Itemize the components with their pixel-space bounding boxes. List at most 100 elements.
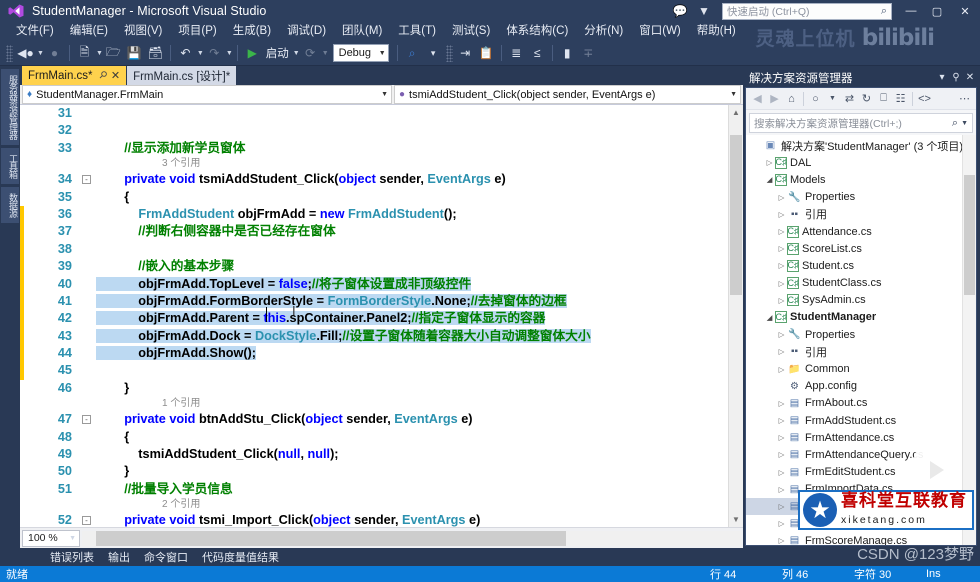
chevron-right-icon[interactable]: ▷: [776, 193, 787, 202]
solution-tree-item[interactable]: ◢ C♯ Models: [746, 171, 976, 188]
outlining-margin[interactable]: - - -: [78, 105, 96, 527]
solution-tree-item[interactable]: ▷ ▤ FrmAbout.cs: [746, 395, 976, 412]
chevron-right-icon[interactable]: ▷: [776, 261, 787, 270]
code-line[interactable]: }: [96, 380, 743, 397]
chevron-down-icon[interactable]: ◢: [764, 313, 775, 322]
chevron-right-icon[interactable]: ▷: [776, 536, 787, 545]
menu-item-8[interactable]: 测试(S): [444, 22, 498, 41]
chevron-down-icon[interactable]: ◢: [764, 175, 775, 184]
codelens-reference-count[interactable]: 2 个引用: [96, 498, 743, 512]
code-line[interactable]: //显示添加新学员窗体: [96, 140, 743, 157]
chevron-right-icon[interactable]: ▷: [776, 485, 787, 494]
collapse-all-icon[interactable]: ⎕: [875, 90, 892, 108]
menu-item-12[interactable]: 帮助(H): [689, 22, 744, 41]
chevron-right-icon[interactable]: ▷: [776, 365, 787, 374]
indent-icon[interactable]: ≣: [506, 43, 527, 64]
maximize-button[interactable]: ▢: [924, 0, 950, 22]
menu-item-11[interactable]: 窗口(W): [631, 22, 689, 41]
comment-icon[interactable]: ∓: [578, 43, 599, 64]
solution-tree-item[interactable]: ▣ 解决方案'StudentManager' (3 个项目): [746, 137, 976, 154]
toolbar-grip[interactable]: [6, 44, 13, 62]
filter-icon[interactable]: ▼: [692, 0, 716, 22]
solution-configuration-combo[interactable]: Debug ▼: [332, 44, 389, 62]
zoom-level-combo[interactable]: 100 % ▼: [22, 529, 80, 547]
solution-tree-item[interactable]: ⚙ App.config: [746, 378, 976, 395]
chevron-down-icon[interactable]: ▼: [37, 50, 44, 57]
outlining-collapse-box[interactable]: -: [82, 415, 91, 425]
editor-vertical-scrollbar[interactable]: ▲ ▼: [728, 105, 743, 527]
solution-tree-item[interactable]: ▷ 🔧 Properties: [746, 326, 976, 343]
code-line[interactable]: //嵌入的基本步骤: [96, 258, 743, 275]
quick-launch-input[interactable]: 快速启动 (Ctrl+Q) ⌕: [722, 2, 892, 20]
properties-icon[interactable]: ☷: [892, 90, 909, 108]
chevron-down-icon[interactable]: ▼: [961, 120, 968, 127]
chevron-right-icon[interactable]: ▷: [776, 450, 787, 459]
member-navigation-combo[interactable]: ● tsmiAddStudent_Click(object sender, Ev…: [394, 85, 741, 104]
menu-item-6[interactable]: 团队(M): [334, 22, 390, 41]
menu-item-7[interactable]: 工具(T): [390, 22, 444, 41]
solution-tree[interactable]: ▣ 解决方案'StudentManager' (3 个项目) ▷ C♯ DAL ◢ C♯ Mo…: [746, 135, 976, 545]
minimize-button[interactable]: —: [898, 0, 924, 22]
menu-item-9[interactable]: 体系结构(C): [498, 22, 576, 41]
editor-horizontal-scrollbar[interactable]: [82, 530, 741, 546]
save-icon[interactable]: 💾: [124, 43, 145, 64]
pause-icon[interactable]: ⟳: [300, 43, 321, 64]
compare-icon[interactable]: 📋: [476, 43, 497, 64]
chevron-right-icon[interactable]: ▷: [776, 244, 787, 253]
chevron-right-icon[interactable]: ▷: [776, 227, 787, 236]
start-label[interactable]: 启动: [263, 45, 292, 61]
solution-tree-item[interactable]: ▷ ▪▪ 引用: [746, 206, 976, 223]
bottom-tab-2[interactable]: 命令窗口: [144, 549, 188, 565]
outdent-icon[interactable]: ≤: [527, 43, 548, 64]
overflow-icon[interactable]: ⋯: [956, 90, 973, 108]
navigate-back-icon[interactable]: ◀●: [15, 43, 36, 64]
overflow-icon[interactable]: ▾: [423, 43, 444, 64]
solution-tree-scrollbar[interactable]: [962, 135, 976, 545]
bottom-tab-0[interactable]: 错误列表: [50, 549, 94, 565]
redo-icon[interactable]: ↷: [204, 43, 225, 64]
horizontal-scroll-thumb[interactable]: [96, 530, 566, 546]
menu-item-5[interactable]: 调试(D): [279, 22, 334, 41]
solution-tree-item[interactable]: ▷ ▤ FrmAddStudent.cs: [746, 412, 976, 429]
new-project-icon[interactable]: 🗎: [74, 43, 95, 64]
menu-item-0[interactable]: 文件(F): [8, 22, 62, 41]
code-line[interactable]: objFrmAdd.Show();: [96, 345, 743, 362]
code-line[interactable]: //批量导入学员信息: [96, 481, 743, 498]
toolbox-tab[interactable]: 工具箱: [1, 148, 19, 184]
save-all-icon[interactable]: 🗃: [145, 43, 166, 64]
chevron-right-icon[interactable]: ▷: [776, 296, 787, 305]
editor-tab-0[interactable]: FrmMain.cs* ⚲ ✕: [22, 66, 127, 85]
sync-icon[interactable]: ⇄: [841, 90, 858, 108]
code-line[interactable]: private void tsmiAddStudent_Click(object…: [96, 171, 743, 188]
code-line[interactable]: [96, 241, 743, 258]
outlining-collapse-box[interactable]: -: [82, 516, 91, 526]
solution-tree-item[interactable]: ◢ C♯ StudentManager: [746, 309, 976, 326]
code-line[interactable]: objFrmAdd.Parent = this.spContainer.Pane…: [96, 310, 743, 327]
chevron-right-icon[interactable]: ▷: [764, 158, 775, 167]
chevron-right-icon[interactable]: ▷: [776, 468, 787, 477]
chevron-right-icon[interactable]: ▷: [776, 416, 787, 425]
chevron-down-icon[interactable]: ▼: [293, 50, 300, 57]
menu-item-3[interactable]: 项目(P): [170, 22, 224, 41]
code-line[interactable]: {: [96, 429, 743, 446]
solution-tree-item[interactable]: ▷ ▤ FrmAttendanceQuery.cs: [746, 446, 976, 463]
codelens-reference-count[interactable]: 3 个引用: [96, 157, 743, 171]
chevron-right-icon[interactable]: ▷: [776, 433, 787, 442]
solution-tree-item[interactable]: ▷ C♯ Attendance.cs: [746, 223, 976, 240]
solution-tree-item[interactable]: ▷ ▪▪ 引用: [746, 343, 976, 360]
code-editor-surface[interactable]: 31 32 33 34 35 36 37 38 39 40 41 42 43 44 45 46 47 48 49…: [20, 105, 743, 527]
chevron-down-icon[interactable]: ▼: [197, 50, 204, 57]
find-icon[interactable]: ⌕: [402, 43, 423, 64]
code-text[interactable]: //显示添加新学员窗体 3 个引用 private void tsmiAddStu…: [96, 105, 743, 527]
scroll-up-icon[interactable]: ▲: [729, 105, 743, 120]
solution-tree-item[interactable]: ▷ C♯ StudentClass.cs: [746, 275, 976, 292]
code-line[interactable]: FrmAddStudent objFrmAdd = new FrmAddStud…: [96, 206, 743, 223]
close-icon[interactable]: ✕: [963, 72, 977, 83]
pin-icon[interactable]: ⚲: [96, 69, 109, 82]
toolbar-grip[interactable]: [445, 44, 453, 62]
chevron-right-icon[interactable]: ▷: [776, 502, 787, 511]
codelens-reference-count[interactable]: 1 个引用: [96, 397, 743, 411]
code-line[interactable]: }: [96, 463, 743, 480]
code-line[interactable]: [96, 105, 743, 122]
solution-tree-item[interactable]: ▷ C♯ ScoreList.cs: [746, 240, 976, 257]
